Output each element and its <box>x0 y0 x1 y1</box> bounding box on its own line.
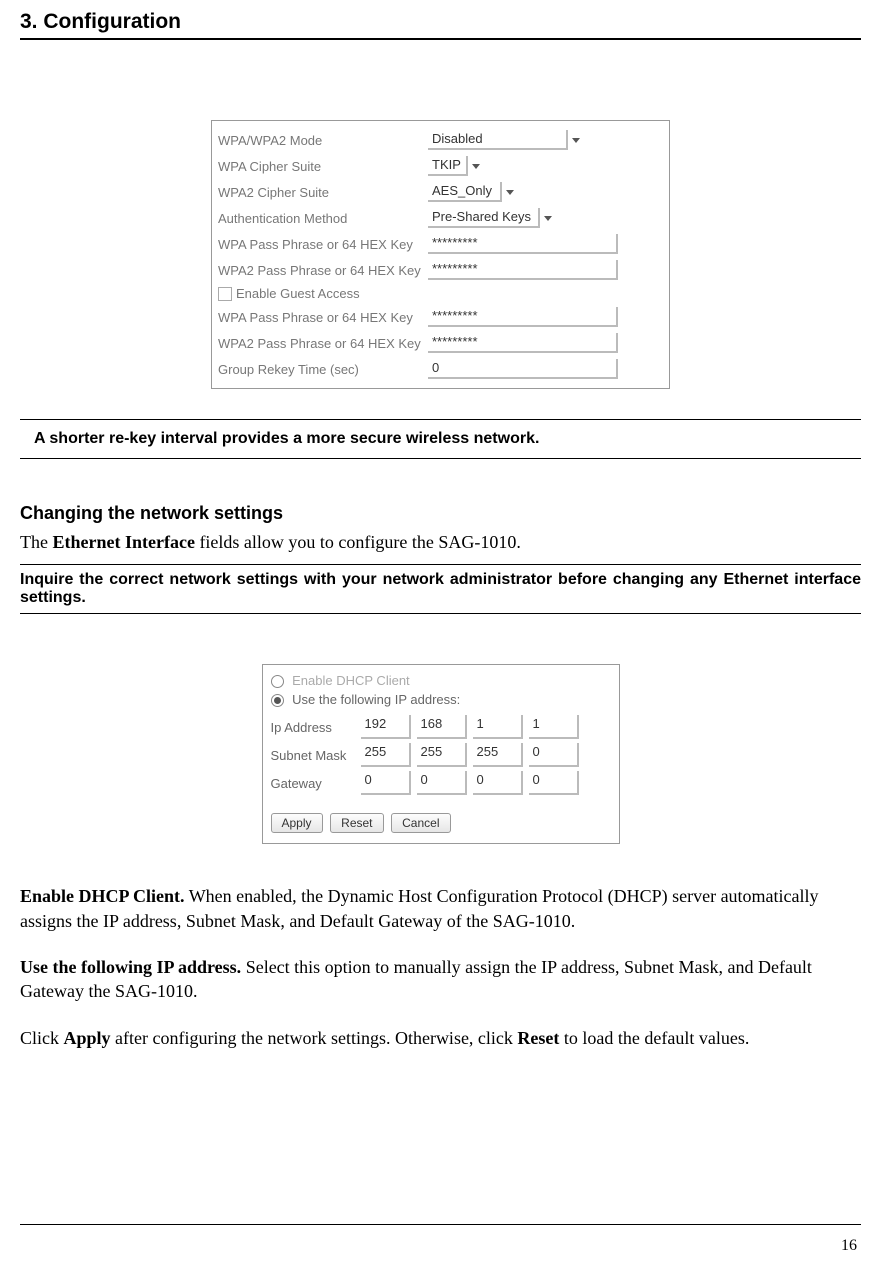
label: Use the following IP address: <box>292 692 460 707</box>
wpa-cipher-select[interactable]: TKIP <box>428 156 468 176</box>
wpa2-cipher-select[interactable]: AES_Only <box>428 182 502 202</box>
label: WPA2 Pass Phrase or 64 HEX Key <box>218 263 428 278</box>
dhcp-radio[interactable] <box>271 675 284 688</box>
wpa2-pass-input[interactable]: ********* <box>428 260 618 280</box>
paragraph-dhcp: Enable DHCP Client. When enabled, the Dy… <box>20 884 861 933</box>
row-wpa-pass: WPA Pass Phrase or 64 HEX Key ********* <box>212 231 669 257</box>
label: Ip Address <box>271 720 355 735</box>
note-rekey: A shorter re-key interval provides a mor… <box>20 420 861 458</box>
dhcp-option: Enable DHCP Client <box>271 671 611 690</box>
wpa-pass-input[interactable]: ********* <box>428 234 618 254</box>
label: WPA Pass Phrase or 64 HEX Key <box>218 310 428 325</box>
chevron-down-icon <box>572 138 580 143</box>
wpa-mode-select[interactable]: Disabled <box>428 130 568 150</box>
paragraph-apply: Click Apply after configuring the networ… <box>20 1026 861 1050</box>
footer-rule <box>20 1224 861 1225</box>
apply-button[interactable]: Apply <box>271 813 323 833</box>
page-title: 3. Configuration <box>20 10 861 38</box>
static-ip-radio[interactable] <box>271 694 284 707</box>
warning-text: Inquire the correct network settings wit… <box>20 565 861 613</box>
gw-octet-input[interactable]: 0 <box>417 771 467 795</box>
chevron-down-icon <box>472 164 480 169</box>
mask-octet-input[interactable]: 0 <box>529 743 579 767</box>
static-option: Use the following IP address: <box>271 690 611 709</box>
divider <box>20 458 861 459</box>
subheading-network-settings: Changing the network settings <box>20 503 861 524</box>
ip-octet-input[interactable]: 192 <box>361 715 411 739</box>
mask-octet-input[interactable]: 255 <box>417 743 467 767</box>
label: Gateway <box>271 776 355 791</box>
auth-method-select[interactable]: Pre-Shared Keys <box>428 208 540 228</box>
mask-octet-input[interactable]: 255 <box>361 743 411 767</box>
chevron-down-icon <box>506 190 514 195</box>
intro-text: The Ethernet Interface fields allow you … <box>20 530 861 554</box>
guest-wpa-pass-input[interactable]: ********* <box>428 307 618 327</box>
ip-octet-input[interactable]: 168 <box>417 715 467 739</box>
label: WPA2 Cipher Suite <box>218 185 428 200</box>
row-wpa2-cipher: WPA2 Cipher Suite AES_Only <box>212 179 669 205</box>
divider <box>20 613 861 614</box>
ip-octet-input[interactable]: 1 <box>529 715 579 739</box>
rekey-time-input[interactable]: 0 <box>428 359 618 379</box>
label: WPA Pass Phrase or 64 HEX Key <box>218 237 428 252</box>
row-guest-wpa2-pass: WPA2 Pass Phrase or 64 HEX Key ********* <box>212 330 669 356</box>
cancel-button[interactable]: Cancel <box>391 813 450 833</box>
header-rule <box>20 38 861 40</box>
gw-octet-input[interactable]: 0 <box>529 771 579 795</box>
guest-wpa2-pass-input[interactable]: ********* <box>428 333 618 353</box>
chevron-down-icon <box>544 216 552 221</box>
label: Enable DHCP Client <box>292 673 410 688</box>
label: Subnet Mask <box>271 748 355 763</box>
label: WPA Cipher Suite <box>218 159 428 174</box>
label: WPA/WPA2 Mode <box>218 133 428 148</box>
label: Group Rekey Time (sec) <box>218 362 428 377</box>
row-wpa-cipher: WPA Cipher Suite TKIP <box>212 153 669 179</box>
row-wpa-mode: WPA/WPA2 Mode Disabled <box>212 127 669 153</box>
gw-octet-input[interactable]: 0 <box>473 771 523 795</box>
ip-octet-input[interactable]: 1 <box>473 715 523 739</box>
paragraph-static: Use the following IP address. Select thi… <box>20 955 861 1004</box>
wpa-settings-panel: WPA/WPA2 Mode Disabled WPA Cipher Suite … <box>211 120 670 389</box>
guest-access-checkbox[interactable] <box>218 287 232 301</box>
row-guest-access: Enable Guest Access <box>212 283 669 304</box>
label: WPA2 Pass Phrase or 64 HEX Key <box>218 336 428 351</box>
ip-settings-panel: Enable DHCP Client Use the following IP … <box>262 664 620 844</box>
gw-octet-input[interactable]: 0 <box>361 771 411 795</box>
page-number: 16 <box>841 1237 857 1255</box>
row-rekey-time: Group Rekey Time (sec) 0 <box>212 356 669 382</box>
row-guest-wpa-pass: WPA Pass Phrase or 64 HEX Key ********* <box>212 304 669 330</box>
label: Authentication Method <box>218 211 428 226</box>
row-wpa2-pass: WPA2 Pass Phrase or 64 HEX Key ********* <box>212 257 669 283</box>
label: Enable Guest Access <box>236 286 360 301</box>
reset-button[interactable]: Reset <box>330 813 383 833</box>
mask-octet-input[interactable]: 255 <box>473 743 523 767</box>
row-auth-method: Authentication Method Pre-Shared Keys <box>212 205 669 231</box>
